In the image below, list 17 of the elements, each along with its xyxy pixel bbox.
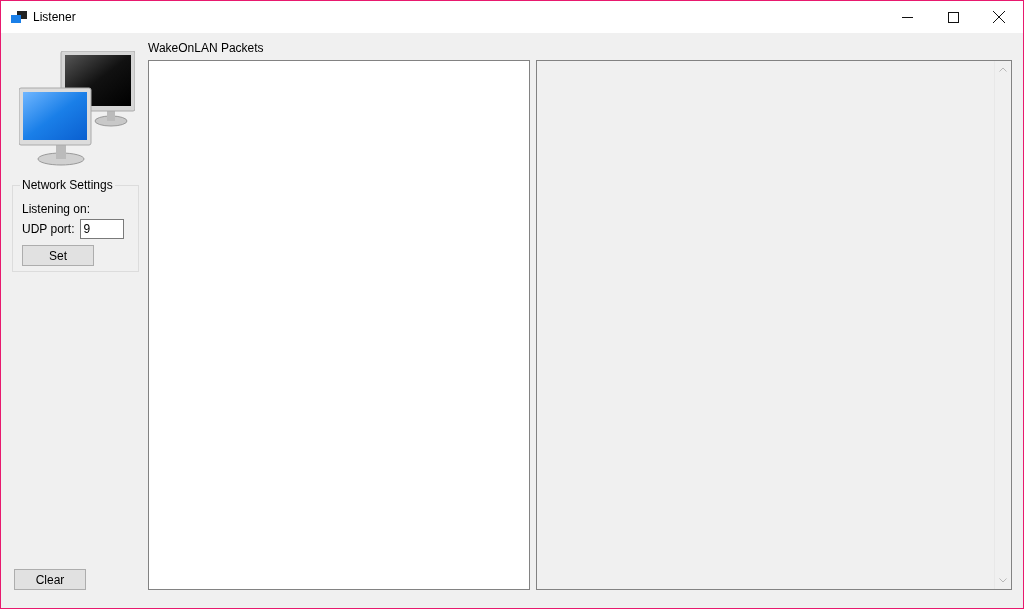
scroll-up-icon[interactable] [999,67,1007,72]
listening-label: Listening on: [22,202,92,216]
packets-label: WakeOnLAN Packets [148,41,265,55]
group-title: Network Settings [20,178,115,192]
set-button[interactable]: Set [22,245,94,266]
computers-icon [19,51,135,167]
window-title: Listener [33,9,76,26]
details-text-area[interactable] [536,60,1012,590]
port-label: UDP port: [22,221,75,238]
maximize-icon [947,11,959,23]
port-field[interactable]: 9 [80,219,125,239]
clear-button[interactable]: Clear [14,569,86,590]
close-icon [993,11,1005,23]
scroll-down-icon[interactable] [999,578,1007,583]
app-icon [11,10,27,24]
minimize-icon [901,16,913,18]
packets-list[interactable] [148,60,530,590]
